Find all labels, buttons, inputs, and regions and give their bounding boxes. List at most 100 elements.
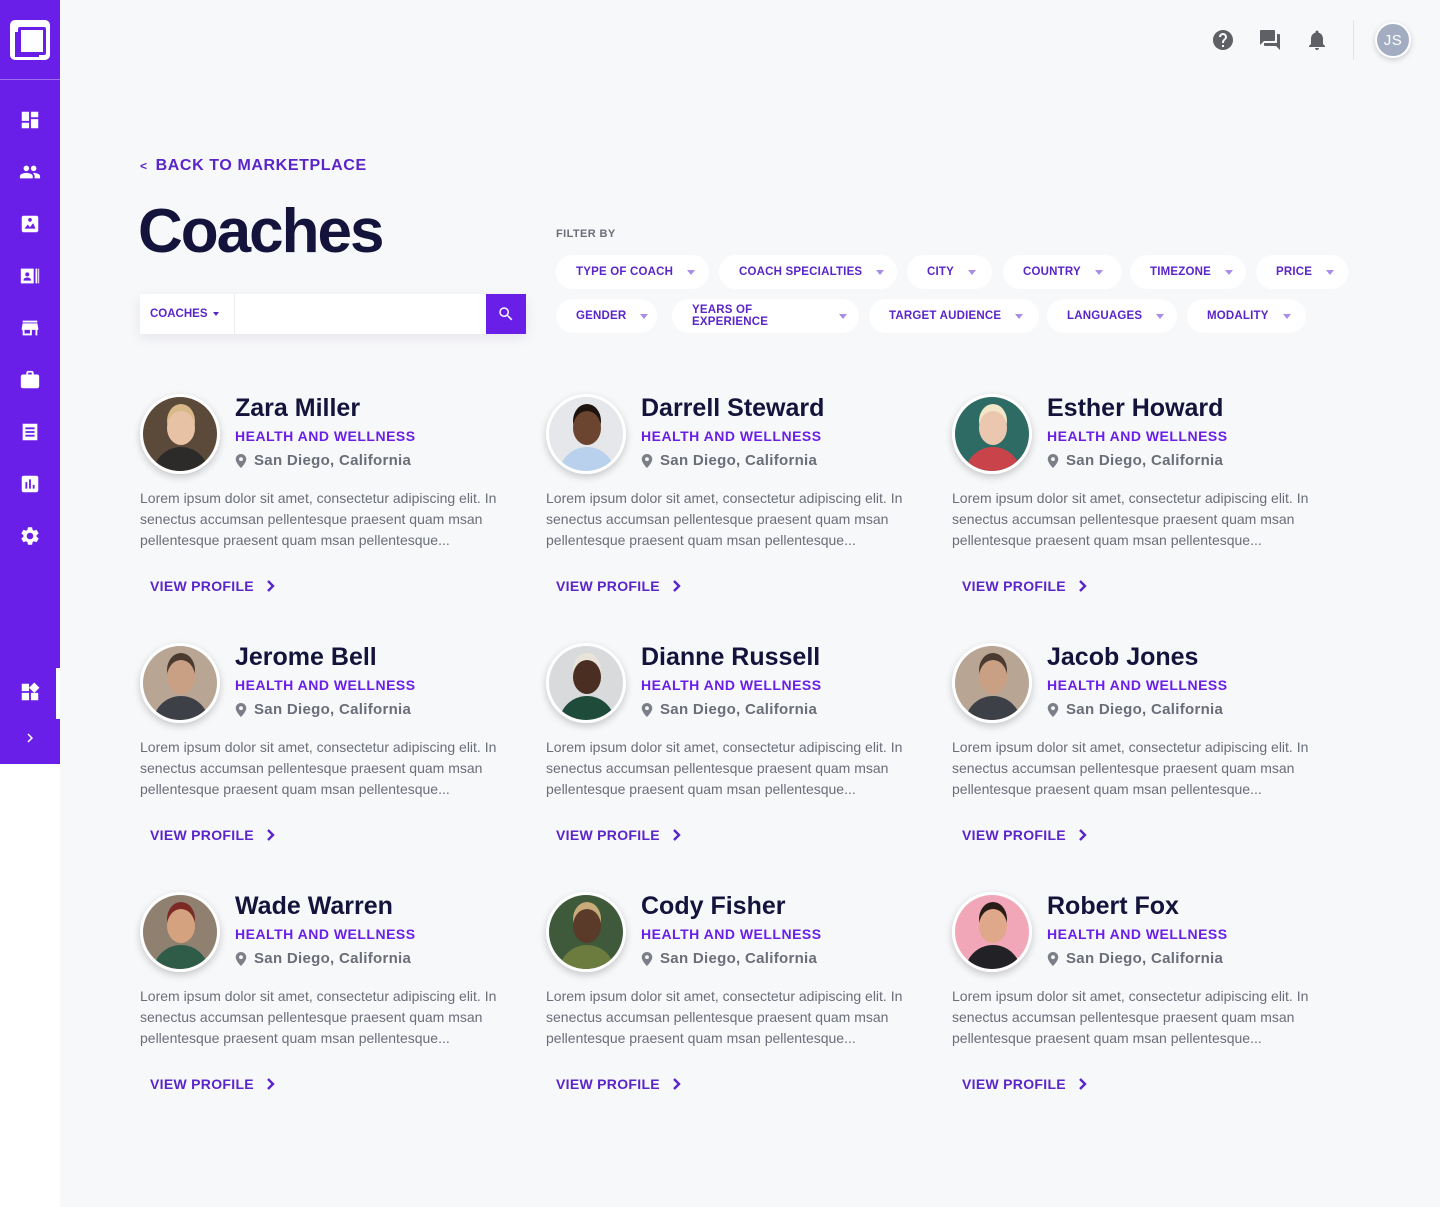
caret-down-icon xyxy=(1156,313,1165,319)
view-profile-link[interactable]: VIEW PROFILE xyxy=(150,827,276,843)
view-profile-label: VIEW PROFILE xyxy=(556,1076,660,1092)
photo-head xyxy=(979,660,1007,694)
notifications-button[interactable] xyxy=(1305,28,1329,52)
coach-photo[interactable] xyxy=(952,643,1032,723)
coach-name[interactable]: Jerome Bell xyxy=(235,643,377,672)
coach-photo[interactable] xyxy=(140,892,220,972)
nav-work[interactable] xyxy=(0,360,60,400)
filter-chip[interactable]: PRICE xyxy=(1256,255,1348,289)
location-pin-icon xyxy=(235,702,247,717)
coach-photo[interactable] xyxy=(952,394,1032,474)
filter-chip[interactable]: GENDER xyxy=(556,299,657,333)
nav-list[interactable] xyxy=(0,412,60,452)
view-profile-link[interactable]: VIEW PROFILE xyxy=(150,1076,276,1092)
back-to-marketplace-link[interactable]: < BACK TO MARKETPLACE xyxy=(140,157,367,175)
view-profile-link[interactable]: VIEW PROFILE xyxy=(556,578,682,594)
filter-chip[interactable]: TARGET AUDIENCE xyxy=(869,299,1039,333)
photo-head xyxy=(573,660,601,694)
coach-card: Esther Howard HEALTH AND WELLNESS San Di… xyxy=(952,394,1342,614)
coach-name[interactable]: Wade Warren xyxy=(235,892,393,921)
sidebar-expand-button[interactable] xyxy=(0,718,60,758)
nav-analytics[interactable] xyxy=(0,464,60,504)
caret-down-icon xyxy=(1094,269,1103,275)
logo-area xyxy=(0,0,60,80)
filter-chip[interactable]: MODALITY xyxy=(1187,299,1306,333)
caret-down-icon xyxy=(1282,313,1291,319)
coach-photo[interactable] xyxy=(140,643,220,723)
location-pin-icon xyxy=(1047,453,1059,468)
coach-description: Lorem ipsum dolor sit amet, consectetur … xyxy=(140,988,497,1046)
chevron-right-icon xyxy=(673,1078,681,1090)
nav-dashboard[interactable] xyxy=(0,100,60,140)
filter-chip[interactable]: CITY xyxy=(907,255,992,289)
filter-chip[interactable]: TIMEZONE xyxy=(1130,255,1246,289)
coach-name[interactable]: Cody Fisher xyxy=(641,892,785,921)
coach-location-text: San Diego, California xyxy=(660,701,818,718)
coach-location: San Diego, California xyxy=(235,452,411,469)
coach-name[interactable]: Darrell Steward xyxy=(641,394,824,423)
nav-media[interactable] xyxy=(0,204,60,244)
topbar-divider xyxy=(1353,20,1354,60)
coach-photo[interactable] xyxy=(952,892,1032,972)
filter-chip[interactable]: YEARS OF EXPERIENCE xyxy=(672,299,859,333)
view-profile-label: VIEW PROFILE xyxy=(962,827,1066,843)
coach-photo[interactable] xyxy=(546,394,626,474)
view-profile-link[interactable]: VIEW PROFILE xyxy=(962,827,1088,843)
people-icon xyxy=(19,165,41,179)
coach-photo[interactable] xyxy=(546,643,626,723)
photo-head xyxy=(167,660,195,694)
coach-card: Zara Miller HEALTH AND WELLNESS San Dieg… xyxy=(140,394,530,614)
filter-chip[interactable]: COACH SPECIALTIES xyxy=(719,255,897,289)
filter-chip[interactable]: TYPE OF COACH xyxy=(556,255,709,289)
widgets-icon xyxy=(21,682,40,701)
coach-name[interactable]: Zara Miller xyxy=(235,394,360,423)
location-pin-icon xyxy=(641,951,653,966)
caret-down-icon xyxy=(968,269,976,275)
caret-down-icon xyxy=(687,269,696,275)
coach-specialty: HEALTH AND WELLNESS xyxy=(235,926,416,942)
coach-location-text: San Diego, California xyxy=(254,452,412,469)
coach-name[interactable]: Esther Howard xyxy=(1047,394,1223,423)
view-profile-link[interactable]: VIEW PROFILE xyxy=(556,1076,682,1092)
search-type-label: COACHES xyxy=(150,308,208,320)
coach-location: San Diego, California xyxy=(641,950,817,967)
filter-chip-label: GENDER xyxy=(576,310,627,322)
coach-location-text: San Diego, California xyxy=(1066,950,1224,967)
view-profile-link[interactable]: VIEW PROFILE xyxy=(150,578,276,594)
nav-widgets[interactable] xyxy=(0,672,60,712)
user-avatar[interactable]: JS xyxy=(1375,22,1411,58)
view-profile-link[interactable]: VIEW PROFILE xyxy=(962,578,1088,594)
view-profile-link[interactable]: VIEW PROFILE xyxy=(556,827,682,843)
location-pin-icon xyxy=(1047,702,1059,717)
filter-chip-label: COACH SPECIALTIES xyxy=(739,266,863,278)
nav-contacts[interactable] xyxy=(0,256,60,296)
coach-name[interactable]: Jacob Jones xyxy=(1047,643,1198,672)
coach-photo[interactable] xyxy=(140,394,220,474)
chevron-right-icon xyxy=(673,580,681,592)
help-button[interactable] xyxy=(1211,28,1235,52)
main-content: JS < BACK TO MARKETPLACE Coaches COACHES… xyxy=(60,0,1440,1207)
coach-location: San Diego, California xyxy=(1047,950,1223,967)
filter-chip-label: TARGET AUDIENCE xyxy=(889,310,1002,322)
search-button[interactable] xyxy=(486,294,526,334)
coach-name[interactable]: Robert Fox xyxy=(1047,892,1179,921)
search-input[interactable] xyxy=(235,294,486,334)
location-pin-icon xyxy=(641,702,653,717)
view-profile-label: VIEW PROFILE xyxy=(150,827,254,843)
app-logo[interactable] xyxy=(10,19,50,60)
nav-people[interactable] xyxy=(0,152,60,192)
chevron-right-icon xyxy=(27,733,33,743)
nav-settings[interactable] xyxy=(0,516,60,556)
messages-button[interactable] xyxy=(1258,28,1282,52)
nav-store[interactable] xyxy=(0,308,60,348)
photo-head xyxy=(979,411,1007,445)
filter-chip[interactable]: COUNTRY xyxy=(1003,255,1122,289)
search-type-dropdown[interactable]: COACHES xyxy=(140,294,235,334)
location-pin-icon xyxy=(641,453,653,468)
filter-by-label: FILTER BY xyxy=(556,228,616,240)
view-profile-link[interactable]: VIEW PROFILE xyxy=(962,1076,1088,1092)
coach-photo[interactable] xyxy=(546,892,626,972)
filter-chip[interactable]: LANGUAGES xyxy=(1047,299,1177,333)
coach-location-text: San Diego, California xyxy=(1066,701,1224,718)
coach-name[interactable]: Dianne Russell xyxy=(641,643,820,672)
